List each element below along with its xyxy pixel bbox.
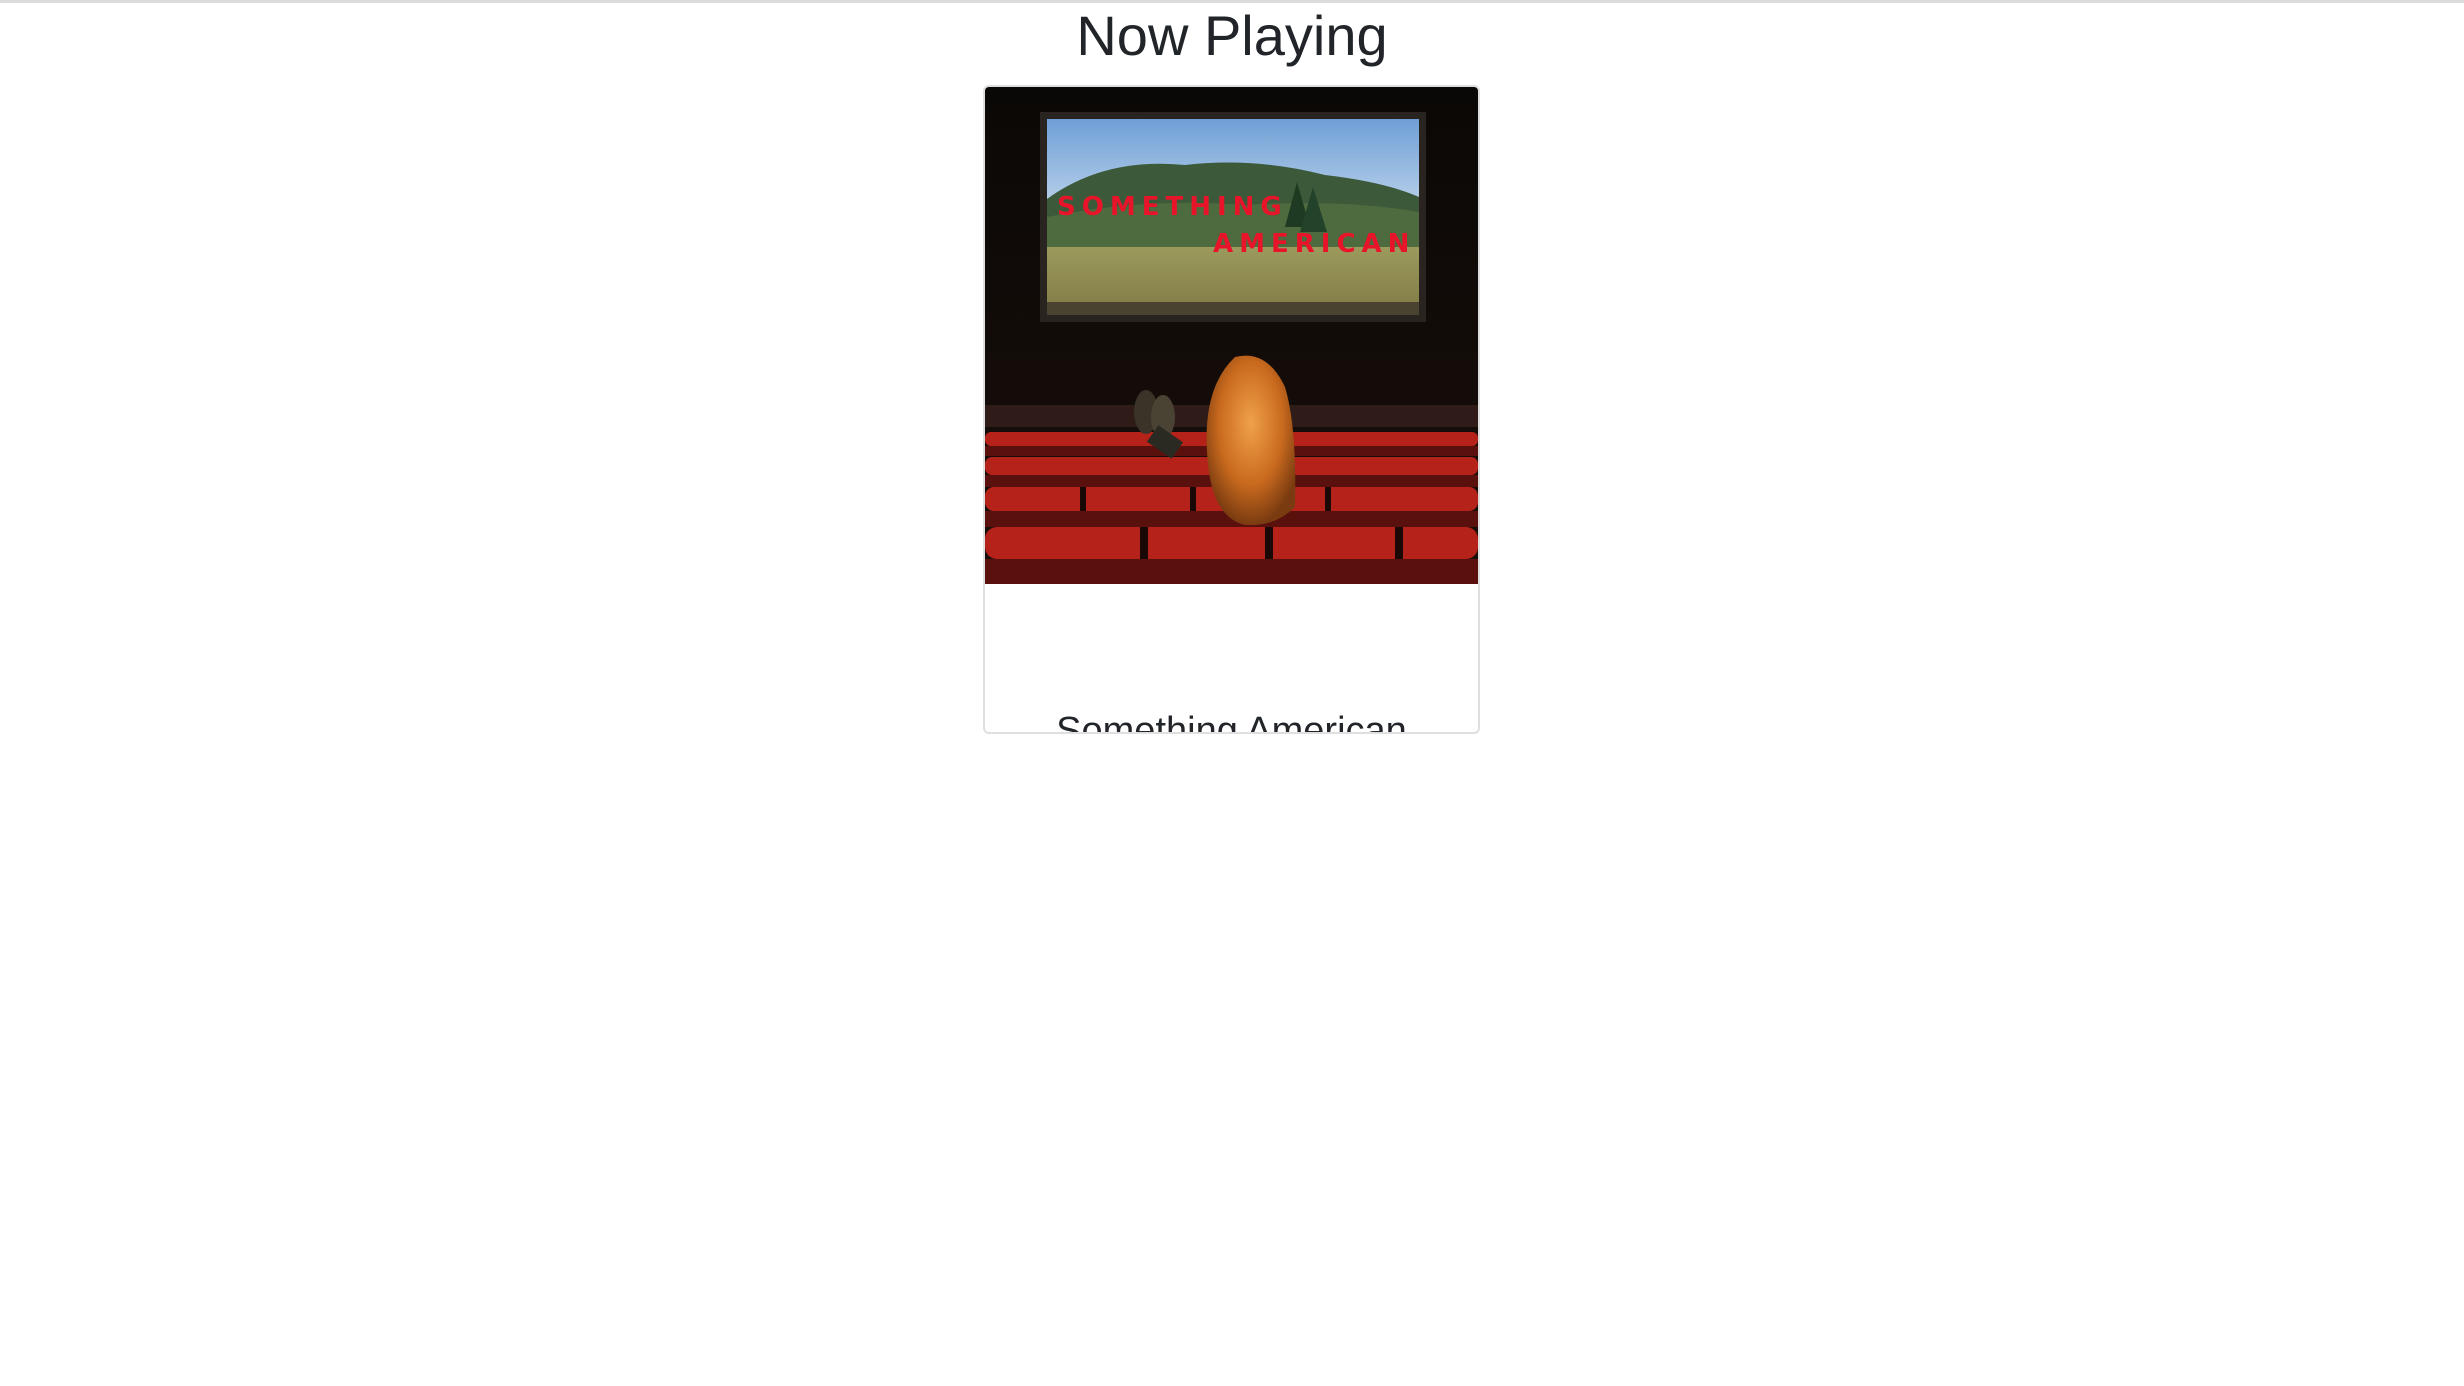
cover-text-line2: AMERICAN xyxy=(1213,229,1415,259)
card-body: Something American xyxy=(985,584,1478,732)
now-playing-card[interactable]: SOMETHING AMERICAN Something American xyxy=(983,85,1480,734)
album-title: Something American xyxy=(1056,710,1407,734)
cover-text-line1: SOMETHING xyxy=(1057,192,1288,222)
page-title: Now Playing xyxy=(1076,4,1388,67)
album-cover-image: SOMETHING AMERICAN xyxy=(985,87,1478,584)
